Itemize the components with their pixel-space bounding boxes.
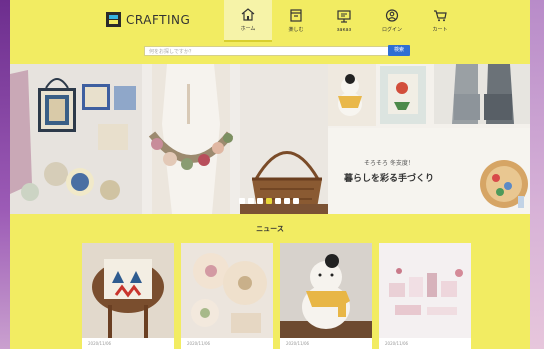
- brand-name: CRAFTING: [126, 12, 191, 27]
- nav-order-label: заказ: [336, 26, 352, 33]
- hero-image-bag: [10, 64, 142, 214]
- news-card[interactable]: 2020/11/06: [379, 243, 471, 349]
- user-icon: [385, 9, 399, 22]
- news-list: 2020/11/06 2020/11/06 2020/11/06 2020/11…: [82, 243, 471, 349]
- news-card[interactable]: 2020/11/06: [181, 243, 273, 349]
- carousel-dots: [239, 198, 299, 204]
- nav-login[interactable]: ログイン: [368, 0, 416, 42]
- nav-home-label: ホーム: [240, 26, 256, 32]
- home-icon: [241, 8, 255, 21]
- hero-tagline: そろそろ 冬支度！: [364, 159, 414, 167]
- box-icon: [290, 9, 302, 22]
- hero-headline: 暮らしを彩る手づくり: [343, 172, 434, 184]
- carousel-dot-active[interactable]: [266, 198, 272, 204]
- news-image-embroidery: [181, 243, 273, 338]
- carousel-dot[interactable]: [248, 198, 254, 204]
- carousel-dot[interactable]: [284, 198, 290, 204]
- background-right: [530, 0, 544, 349]
- news-date: 2020/11/06: [286, 341, 310, 346]
- logo-mark-icon: [106, 12, 121, 27]
- cart-icon: [434, 10, 447, 22]
- nav-enjoy[interactable]: 楽しむ: [272, 0, 320, 42]
- hero-image-basket: [240, 64, 328, 214]
- nav-order[interactable]: заказ: [320, 0, 368, 42]
- nav-cart[interactable]: カート: [416, 0, 464, 42]
- main-nav: ホーム 楽しむ заказ ログイン カート: [224, 0, 464, 42]
- news-date: 2020/11/06: [187, 341, 211, 346]
- site-header: CRAFTING ホーム 楽しむ заказ ログイン カート: [10, 0, 530, 42]
- monitor-icon: [337, 9, 351, 23]
- carousel-dot[interactable]: [257, 198, 263, 204]
- news-image-bear: [280, 243, 372, 338]
- carousel-dot[interactable]: [275, 198, 281, 204]
- nav-enjoy-label: 楽しむ: [288, 27, 304, 33]
- website-page: CRAFTING ホーム 楽しむ заказ ログイン カート 何をお探しですか…: [10, 0, 530, 349]
- news-image-stool: [82, 243, 174, 338]
- hero-image-wreath: [142, 64, 240, 214]
- news-image-miniatures: [379, 243, 471, 338]
- news-heading: ニュース: [256, 225, 284, 233]
- nav-cart-label: カート: [432, 27, 448, 33]
- nav-home[interactable]: ホーム: [224, 0, 272, 42]
- hero-image-main: そろそろ 冬支度！ 暮らしを彩る手づくり: [328, 64, 530, 214]
- news-date: 2020/11/06: [88, 341, 112, 346]
- hero-carousel[interactable]: そろそろ 冬支度！ 暮らしを彩る手づくり: [10, 64, 530, 214]
- news-card[interactable]: 2020/11/06: [280, 243, 372, 349]
- carousel-dot[interactable]: [293, 198, 299, 204]
- news-date: 2020/11/06: [385, 341, 409, 346]
- nav-login-label: ログイン: [381, 27, 402, 33]
- news-card[interactable]: 2020/11/06: [82, 243, 174, 349]
- search-button[interactable]: 検索: [388, 45, 410, 56]
- brand-logo[interactable]: CRAFTING: [106, 12, 190, 27]
- search-input[interactable]: 何をお探しですか？: [144, 46, 392, 56]
- carousel-dot[interactable]: [239, 198, 245, 204]
